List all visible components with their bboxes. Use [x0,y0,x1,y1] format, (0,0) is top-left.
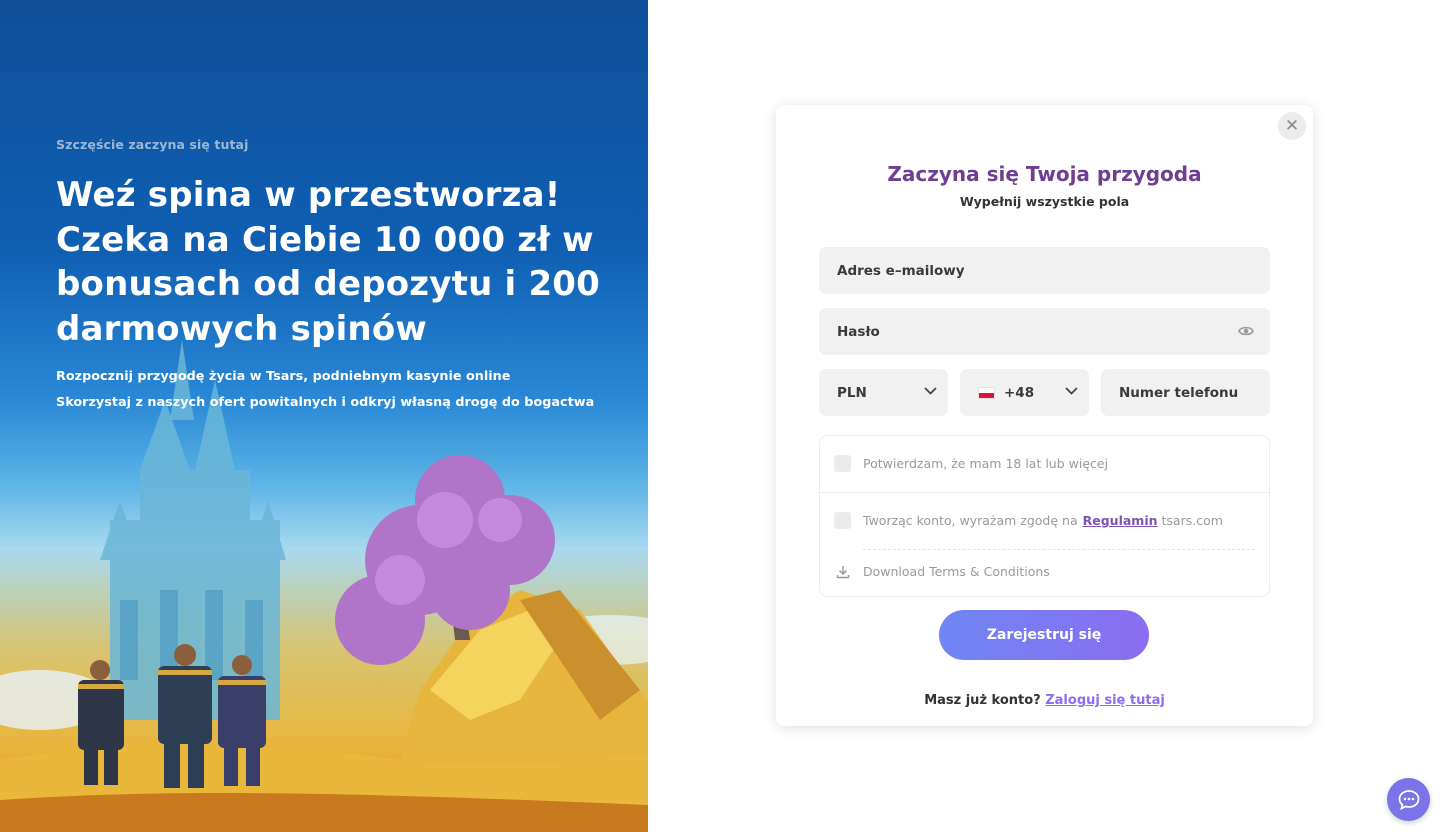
poland-flag-icon [978,386,995,399]
currency-select[interactable]: PLN [819,369,948,416]
close-icon: ✕ [1284,116,1300,136]
country-code-select[interactable]: +48 [960,369,1089,416]
login-prompt-text: Masz już konto? [924,693,1041,708]
login-link[interactable]: Zaloguj się tutaj [1045,693,1165,708]
dashed-divider [863,549,1255,550]
password-placeholder: Hasło [837,323,880,340]
modal-subtitle: Wypełnij wszystkie pola [959,194,1130,209]
chevron-down-icon [924,387,937,395]
age-consent-row: Potwierdzam, że mam 18 lat lub więcej [834,455,1108,472]
eye-icon[interactable] [1238,324,1254,338]
download-terms-link[interactable]: Download Terms & Conditions [836,564,1050,579]
terms-link[interactable]: Regulamin [1083,513,1158,528]
divider [820,492,1269,493]
consent-box: Potwierdzam, że mam 18 lat lub więcej Tw… [819,435,1270,597]
phone-number-field[interactable]: Numer telefonu [1101,369,1270,416]
download-terms-label: Download Terms & Conditions [863,564,1050,579]
download-icon [836,565,850,578]
email-placeholder: Adres e–mailowy [837,262,965,279]
chat-icon [1398,789,1419,810]
registration-modal: ✕ Zaczyna się Twoja przygoda Wypełnij ws… [776,105,1313,726]
login-prompt: Masz już konto? Zaloguj się tutaj [776,693,1313,708]
currency-phone-row: PLN +48 Numer telefonu [819,369,1270,416]
chevron-down-icon [1065,387,1078,395]
close-button[interactable]: ✕ [1278,112,1306,140]
modal-title: Zaczyna się Twoja przygoda [887,162,1202,186]
age-consent-label: Potwierdzam, że mam 18 lat lub więcej [863,456,1109,471]
chat-button[interactable] [1387,778,1430,821]
email-field[interactable]: Adres e–mailowy [819,247,1270,294]
terms-consent-checkbox[interactable] [834,512,851,529]
hero-title: Weź spina w przestworza! Czeka na Ciebie… [56,175,601,349]
terms-consent-suffix: tsars.com [1161,513,1223,528]
hero-subtitle-line-2: Skorzystaj z naszych ofert powitalnych i… [56,394,595,410]
hero-text: Szczęście zaczyna się tutaj Weź spina w … [56,137,616,415]
terms-consent-prefix: Tworząc konto, wyrażam zgodę na [863,513,1078,528]
terms-consent-row: Tworząc konto, wyrażam zgodę na Regulami… [834,512,1223,529]
age-consent-checkbox[interactable] [834,455,851,472]
currency-value: PLN [837,384,867,401]
password-field[interactable]: Hasło [819,308,1270,355]
phone-placeholder: Numer telefonu [1119,384,1239,401]
register-button[interactable]: Zarejestruj się [939,610,1149,660]
hero-subtitle: Rozpocznij przygodę życia w Tsars, podni… [56,364,616,415]
hero-panel: Szczęście zaczyna się tutaj Weź spina w … [0,0,648,832]
hero-illustration [0,340,648,832]
hero-kicker: Szczęście zaczyna się tutaj [56,137,249,152]
country-code-value: +48 [1004,384,1035,401]
hero-subtitle-line-1: Rozpocznij przygodę życia w Tsars, podni… [56,369,511,384]
